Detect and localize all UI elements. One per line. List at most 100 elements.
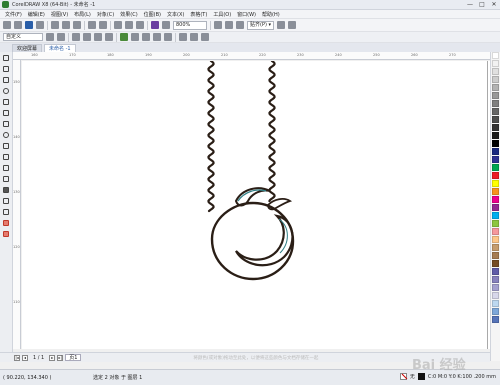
weld-icon[interactable] (142, 33, 150, 41)
maximize-button[interactable]: □ (476, 0, 488, 10)
minimize-button[interactable]: — (464, 0, 476, 10)
zoom-tool-icon[interactable] (2, 87, 10, 95)
menu-tools[interactable]: 工具(O) (210, 11, 234, 18)
previous-page-button[interactable]: ◂ (22, 354, 28, 361)
show-guidelines-icon[interactable] (236, 21, 244, 29)
menu-edit[interactable]: 编辑(E) (25, 11, 48, 18)
menu-effects[interactable]: 效果(C) (117, 11, 140, 18)
paste-icon[interactable] (73, 21, 81, 29)
color-swatch[interactable] (492, 84, 499, 91)
redo-icon[interactable] (99, 21, 107, 29)
page-1-tab[interactable]: 页1 (65, 354, 82, 361)
ellipse-tool-icon[interactable] (2, 131, 10, 139)
rotate-icon[interactable] (83, 33, 91, 41)
color-swatch[interactable] (492, 292, 499, 299)
show-grid-icon[interactable] (225, 21, 233, 29)
outline-color-chip[interactable] (417, 373, 425, 380)
preset-dropdown[interactable]: 自定义 (3, 33, 43, 41)
trim-icon[interactable] (153, 33, 161, 41)
left-wavy-line[interactable] (207, 61, 215, 213)
right-wavy-line[interactable] (268, 61, 276, 203)
options-gear-icon[interactable] (277, 21, 286, 29)
intersect-icon[interactable] (164, 33, 172, 41)
copy-icon[interactable] (62, 21, 70, 29)
mirror-horizontal-icon[interactable] (94, 33, 102, 41)
cut-icon[interactable] (51, 21, 59, 29)
zoom-level-select[interactable]: 800% (173, 20, 207, 30)
to-front-icon[interactable] (190, 33, 198, 41)
drop-shadow-tool-icon[interactable] (2, 186, 10, 194)
color-swatch[interactable] (492, 172, 499, 179)
tab-welcome-screen[interactable]: 欢迎屏幕 (12, 44, 43, 52)
horizontal-ruler[interactable]: 160 170 180 190 200 210 220 230 240 250 260 270 (13, 52, 490, 60)
eyedropper-tool-icon[interactable] (2, 208, 10, 216)
interactive-fill-tool-icon[interactable] (2, 219, 10, 227)
launch-icon[interactable] (288, 21, 297, 29)
break-apart-icon[interactable] (131, 33, 139, 41)
color-swatch[interactable] (492, 308, 499, 315)
menu-layout[interactable]: 布局(L) (71, 11, 94, 18)
color-swatch[interactable] (492, 268, 499, 275)
text-tool-icon[interactable] (2, 153, 10, 161)
new-document-icon[interactable] (3, 21, 11, 29)
color-swatch[interactable] (492, 108, 499, 115)
connector-tool-icon[interactable] (2, 175, 10, 183)
tab-document[interactable]: 未命名 -1 (44, 44, 76, 52)
color-swatch[interactable] (492, 132, 499, 139)
vertical-ruler[interactable]: 150 140 130 120 110 (13, 60, 21, 349)
close-button[interactable]: ✕ (488, 0, 500, 10)
color-swatch[interactable] (492, 156, 499, 163)
color-swatch[interactable] (492, 116, 499, 123)
polygon-tool-icon[interactable] (2, 142, 10, 150)
menu-file[interactable]: 文件(F) (2, 11, 25, 18)
color-swatch[interactable] (492, 180, 499, 187)
color-swatch[interactable] (492, 52, 499, 59)
color-swatch[interactable] (492, 244, 499, 251)
color-swatch[interactable] (492, 212, 499, 219)
parallel-dimension-tool-icon[interactable] (2, 164, 10, 172)
size-icon[interactable] (57, 33, 65, 41)
undo-icon[interactable] (88, 21, 96, 29)
mirror-vertical-icon[interactable] (105, 33, 113, 41)
crop-tool-icon[interactable] (2, 76, 10, 84)
color-swatch[interactable] (492, 196, 499, 203)
color-swatch[interactable] (492, 228, 499, 235)
transparency-tool-icon[interactable] (2, 197, 10, 205)
next-page-button[interactable]: ▸ (49, 354, 56, 361)
export-icon[interactable] (136, 21, 144, 29)
pick-tool-icon[interactable] (2, 54, 10, 62)
no-fill-icon[interactable] (399, 373, 407, 380)
last-page-button[interactable]: ▸| (57, 354, 64, 361)
artistic-media-tool-icon[interactable] (2, 109, 10, 117)
color-swatch[interactable] (492, 76, 499, 83)
print-icon[interactable] (36, 21, 44, 29)
color-swatch[interactable] (492, 260, 499, 267)
menu-view[interactable]: 视图(V) (48, 11, 71, 18)
scale-lock-icon[interactable] (72, 33, 80, 41)
menu-help[interactable]: 帮助(H) (259, 11, 283, 18)
color-swatch[interactable] (492, 276, 499, 283)
menu-table[interactable]: 表格(T) (187, 11, 210, 18)
menu-object[interactable]: 对象(C) (94, 11, 117, 18)
color-swatch[interactable] (492, 60, 499, 67)
position-icon[interactable] (46, 33, 54, 41)
shape-tool-icon[interactable] (2, 65, 10, 73)
rectangle-tool-icon[interactable] (2, 120, 10, 128)
align-distribute-icon[interactable] (179, 33, 187, 41)
color-swatch[interactable] (492, 252, 499, 259)
color-swatch[interactable] (492, 100, 499, 107)
search-content-icon[interactable] (114, 21, 122, 29)
open-folder-icon[interactable] (14, 21, 22, 29)
freehand-tool-icon[interactable] (2, 98, 10, 106)
first-page-button[interactable]: |◂ (14, 354, 20, 361)
menu-text[interactable]: 文本(X) (164, 11, 187, 18)
color-swatch[interactable] (492, 68, 499, 75)
smart-fill-tool-icon[interactable] (2, 230, 10, 238)
color-swatch[interactable] (492, 316, 499, 323)
menu-bitmaps[interactable]: 位图(B) (141, 11, 164, 18)
drawing-canvas[interactable] (22, 61, 490, 349)
color-swatch[interactable] (492, 124, 499, 131)
color-swatch[interactable] (492, 148, 499, 155)
application-launcher-icon[interactable] (151, 21, 159, 29)
menu-window[interactable]: 窗口(W) (234, 11, 259, 18)
